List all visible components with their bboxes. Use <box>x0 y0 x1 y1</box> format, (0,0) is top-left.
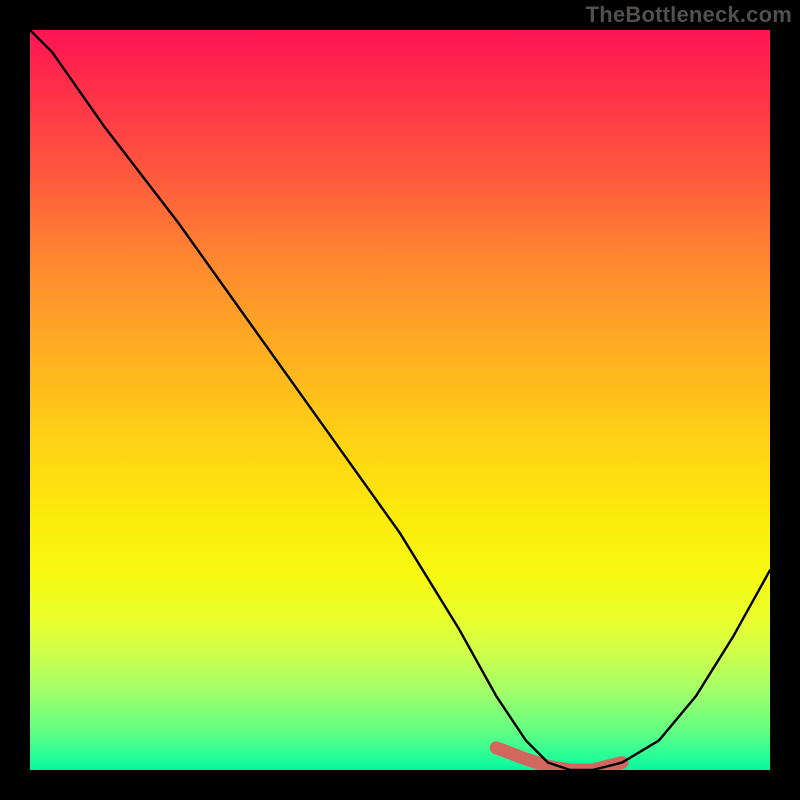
chart-frame: TheBottleneck.com <box>0 0 800 800</box>
plot-area <box>30 30 770 770</box>
bottleneck-curve <box>30 30 770 770</box>
curve-svg <box>30 30 770 770</box>
watermark-text: TheBottleneck.com <box>586 2 792 28</box>
